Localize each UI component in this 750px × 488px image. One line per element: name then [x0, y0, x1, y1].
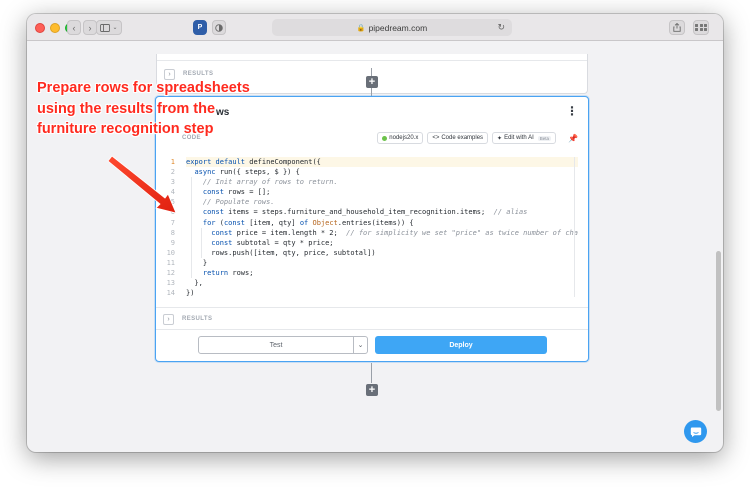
divider [157, 60, 587, 61]
line-number: 14 [166, 289, 175, 298]
chevron-left-icon: ‹ [72, 22, 76, 33]
code-line[interactable]: // Init array of rows to return. [186, 177, 578, 187]
plus-icon: + [368, 76, 376, 88]
deploy-button[interactable]: Deploy [375, 336, 547, 354]
code-line[interactable]: for (const [item, qty] of Object.entries… [186, 218, 578, 228]
step-footer: Test ⌄ Deploy [156, 335, 588, 363]
line-number-gutter: 1 2 3 4 5 6 7 8 9 10 11 12 13 14 [156, 157, 178, 303]
code-line[interactable]: } [186, 258, 578, 268]
edit-ai-label: Edit with AI [504, 135, 534, 141]
test-options-button[interactable]: ⌄ [353, 336, 368, 354]
browser-titlebar: ‹ › ⌄ P 🔒 pipedream.com ↻ [27, 14, 723, 41]
minimize-window-button[interactable] [50, 23, 60, 33]
editor-scrollbar[interactable] [574, 157, 575, 297]
sparkle-icon: ✦ [497, 135, 503, 142]
line-number: 8 [170, 228, 175, 237]
code-editor[interactable]: 1 2 3 4 5 6 7 8 9 10 11 12 13 14 export default defin… [156, 157, 578, 303]
nodejs-icon [382, 135, 388, 141]
line-number: 7 [170, 218, 175, 227]
annotation-callout: Prepare rows for spreadsheets using the … [37, 78, 297, 140]
pin-icon[interactable]: 📌 [568, 134, 578, 143]
kebab-menu-icon[interactable]: ⋮ [566, 105, 578, 117]
annotation-line-2: using the results from the [37, 100, 216, 117]
grid-icon [695, 23, 707, 32]
code-line[interactable]: // Populate rows. [186, 197, 578, 207]
line-number: 5 [170, 198, 175, 207]
back-button[interactable]: ‹ [67, 20, 81, 35]
chevron-right-icon: › [167, 315, 170, 323]
chat-bubble-icon [690, 427, 701, 437]
chevron-down-icon: ⌄ [357, 342, 364, 349]
annotation-line-3: furniture recognition step [37, 121, 214, 137]
divider [156, 329, 588, 330]
code-line[interactable]: }, [186, 278, 578, 288]
code-line[interactable]: rows.push([item, qty, price, subtotal]) [186, 248, 578, 258]
code-line[interactable]: const price = item.length * 2; // for si… [186, 228, 578, 238]
line-number: 2 [170, 168, 175, 177]
add-step-button[interactable]: + [366, 384, 378, 396]
line-number: 11 [166, 258, 175, 267]
edit-with-ai-button[interactable]: ✦ Edit with AI Beta [492, 132, 557, 144]
line-number: 9 [170, 238, 175, 247]
beta-badge: Beta [537, 135, 552, 141]
test-button[interactable]: Test [198, 336, 354, 354]
add-step-button[interactable]: + [366, 76, 378, 88]
runtime-label: nodejs20.x [389, 135, 419, 141]
line-number: 13 [166, 279, 175, 288]
code-line[interactable]: }) [186, 288, 578, 298]
sidebar-toggle-button[interactable]: ⌄ [96, 20, 122, 35]
line-number: 10 [166, 248, 175, 257]
code-examples-label: Code examples [441, 135, 484, 141]
code-line[interactable]: const rows = []; [186, 187, 578, 197]
line-number: 4 [170, 188, 175, 197]
annotation-line-1: Prepare rows for spreadsheets [37, 80, 250, 96]
chat-button[interactable] [684, 420, 707, 443]
code-text[interactable]: export default defineComponent({ async r… [186, 157, 578, 303]
chevron-down-icon: ⌄ [112, 25, 118, 31]
extension-icon[interactable]: P [193, 20, 207, 35]
url-text: pipedream.com [368, 22, 428, 33]
scrollbar-thumb[interactable] [716, 251, 721, 411]
code-line[interactable]: export default defineComponent({ [186, 157, 578, 168]
page-scrollbar[interactable] [714, 41, 723, 452]
code-line[interactable]: return rows; [186, 268, 578, 278]
line-number: 6 [170, 208, 175, 217]
expand-results-button[interactable]: › [163, 313, 174, 325]
plus-icon: + [368, 384, 376, 396]
chevron-right-icon: › [168, 70, 171, 78]
share-icon [673, 23, 681, 32]
chevron-right-icon: › [88, 22, 92, 33]
code-line[interactable]: const items = steps.furniture_and_househ… [186, 207, 578, 217]
lock-icon: 🔒 [356, 24, 366, 32]
sidebar-icon [100, 23, 111, 32]
code-line[interactable]: async run({ steps, $ }) { [186, 167, 578, 177]
contrast-icon [215, 23, 223, 32]
connector-line [371, 363, 372, 383]
reader-mode-button[interactable] [212, 20, 226, 35]
divider [156, 307, 588, 308]
forward-button[interactable]: › [83, 20, 97, 35]
code-toolbar: nodejs20.x <> Code examples ✦ Edit with … [377, 132, 578, 144]
share-button[interactable] [669, 20, 685, 35]
runtime-chip[interactable]: nodejs20.x [377, 132, 424, 144]
code-line[interactable]: const subtotal = qty * price; [186, 238, 578, 248]
line-number: 1 [170, 158, 175, 166]
results-row[interactable]: › RESULTS [156, 309, 588, 329]
line-number: 3 [170, 178, 175, 187]
tab-overview-button[interactable] [693, 20, 709, 35]
code-brackets-icon: <> [432, 135, 440, 141]
code-examples-button[interactable]: <> Code examples [427, 132, 489, 144]
address-bar[interactable]: 🔒 pipedream.com ↻ [272, 19, 512, 36]
results-label: RESULTS [183, 71, 214, 77]
results-label: RESULTS [182, 316, 213, 322]
reload-icon[interactable]: ↻ [497, 22, 505, 33]
line-number: 12 [166, 269, 175, 278]
close-window-button[interactable] [35, 23, 45, 33]
